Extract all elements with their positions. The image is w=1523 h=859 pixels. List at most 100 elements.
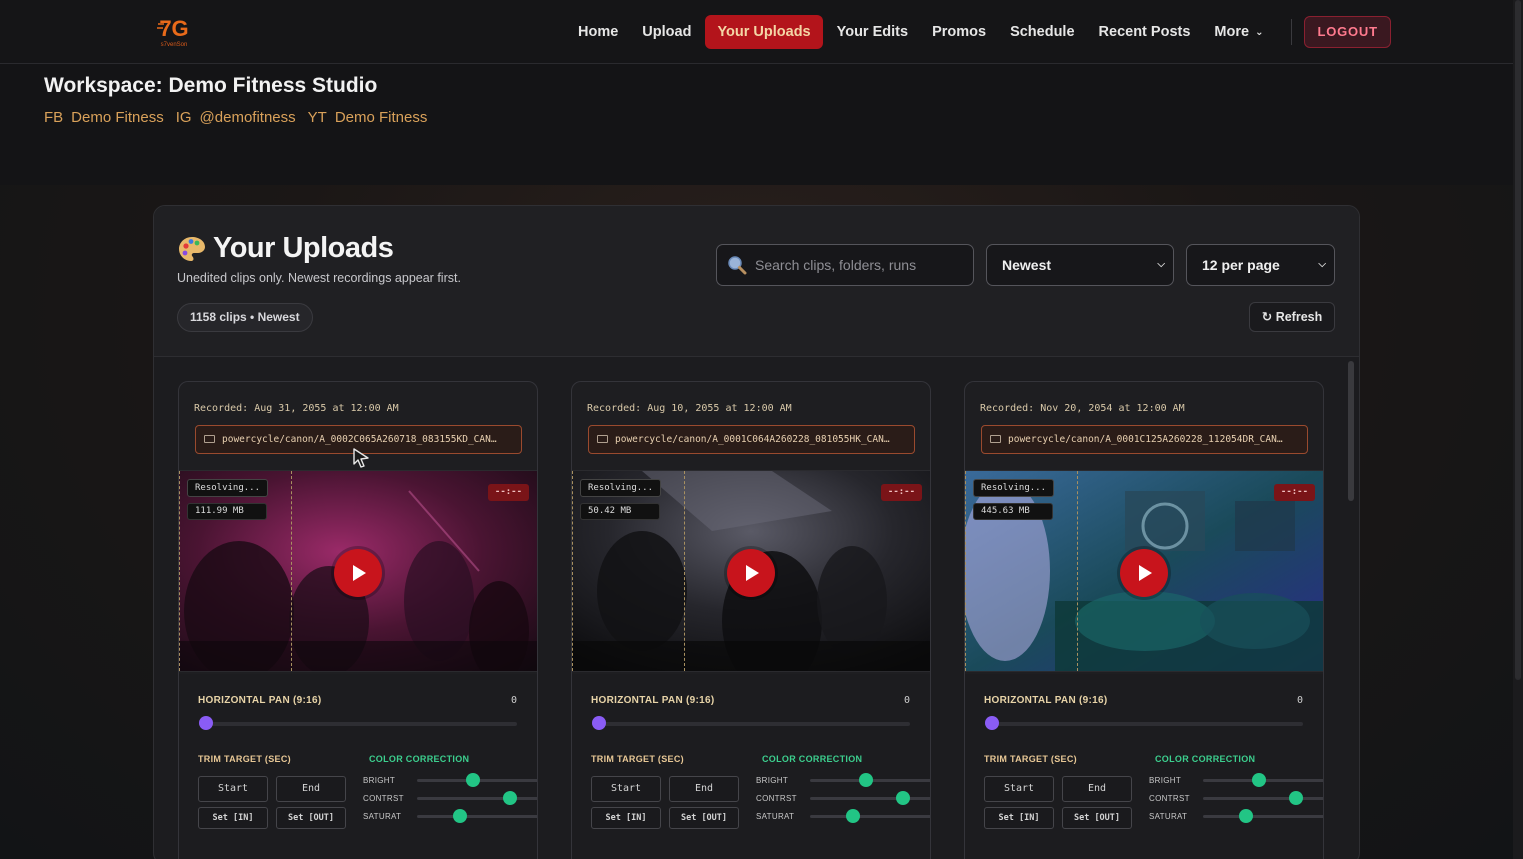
trim-end-input[interactable]: End [276,776,346,802]
search-input[interactable] [755,257,955,273]
sort-select-value: Newest [1002,257,1052,273]
pan-value: 0 [510,695,517,706]
nav-link-upload[interactable]: Upload [630,15,703,49]
set-in-button[interactable]: Set [IN] [591,807,661,829]
panel-header: Your Uploads Unedited clips only. Newest… [154,206,1359,357]
list-scrollbar-thumb[interactable] [1348,361,1354,501]
search-icon [728,256,747,275]
clip-controls: HORIZONTAL PAN (9:16) 0 TRIM TARGET (SEC… [965,674,1323,859]
page-scrollbar-thumb[interactable] [1515,0,1521,680]
contrast-label: CONTRST [363,794,404,803]
contrast-slider-track[interactable] [1203,797,1323,800]
page-scrollbar[interactable] [1513,0,1523,859]
file-size-badge: 111.99 MB [187,503,267,520]
brightness-slider-handle[interactable] [466,773,480,787]
pan-value: 0 [903,695,910,706]
trim-end-input[interactable]: End [1062,776,1132,802]
saturation-slider-handle[interactable] [453,809,467,823]
pan-slider-handle[interactable] [592,716,606,730]
play-button[interactable] [727,549,775,597]
clip-path[interactable]: powercycle/canon/A_0001C064A260228_08105… [588,425,915,454]
social-links: FB Demo Fitness IG @demofitness YT Demo Fit… [44,109,427,126]
chevron-down-icon: ⌵ [1318,259,1326,270]
pan-label: HORIZONTAL PAN (9:16) [591,695,715,706]
trim-end-input[interactable]: End [669,776,739,802]
nav-link-schedule[interactable]: Schedule [998,15,1086,49]
video-thumbnail[interactable]: Resolving... 445.63 MB --:-- [965,470,1323,672]
trim-start-input[interactable]: Start [591,776,661,802]
saturation-slider-handle[interactable] [1239,809,1253,823]
saturation-label: SATURAT [756,812,795,821]
brightness-slider-handle[interactable] [859,773,873,787]
contrast-slider-handle[interactable] [503,791,517,805]
set-in-button[interactable]: Set [IN] [198,807,268,829]
trim-start-input[interactable]: Start [198,776,268,802]
pan-label: HORIZONTAL PAN (9:16) [198,695,322,706]
contrast-slider-handle[interactable] [1289,791,1303,805]
set-in-button[interactable]: Set [IN] [984,807,1054,829]
video-thumbnail[interactable]: Resolving... 111.99 MB --:-- [179,470,537,672]
trim-start-input[interactable]: Start [984,776,1054,802]
clip-card: Recorded: Aug 10, 2055 at 12:00 AM power… [571,381,931,859]
youtube-link[interactable]: YT Demo Fitness [308,109,428,126]
saturation-slider-track[interactable] [810,815,930,818]
color-correction-label: COLOR CORRECTION [762,754,863,764]
pan-slider-track[interactable] [204,722,517,726]
nav-link-more[interactable]: More ⌄ [1202,15,1275,49]
more-label: More [1214,24,1250,40]
saturation-slider-handle[interactable] [846,809,860,823]
per-page-select[interactable]: 12 per page ⌵ [1186,244,1335,286]
instagram-link[interactable]: IG @demofitness [176,109,296,126]
brand-logo[interactable]: 7G s7venSon [156,12,192,50]
sort-select[interactable]: Newest ⌵ [986,244,1174,286]
uploads-panel: Your Uploads Unedited clips only. Newest… [153,205,1360,859]
play-button[interactable] [334,549,382,597]
svg-text:s7venSon: s7venSon [161,42,188,48]
contrast-slider-track[interactable] [417,797,537,800]
facebook-name: Demo Fitness [71,109,164,126]
pan-label: HORIZONTAL PAN (9:16) [984,695,1108,706]
clip-card: Recorded: Nov 20, 2054 at 12:00 AM power… [964,381,1324,859]
crop-guide [965,471,1078,671]
saturation-label: SATURAT [363,812,402,821]
brightness-slider-handle[interactable] [1252,773,1266,787]
set-out-button[interactable]: Set [OUT] [1062,807,1132,829]
nav-link-recent-posts[interactable]: Recent Posts [1087,15,1203,49]
pan-slider-track[interactable] [990,722,1303,726]
duration-badge: --:-- [1273,484,1315,501]
recorded-date: Recorded: Nov 20, 2054 at 12:00 AM [980,403,1185,414]
duration-badge: --:-- [487,484,529,501]
folder-icon [597,435,608,443]
brightness-label: BRIGHT [756,776,789,785]
pan-value: 0 [1296,695,1303,706]
nav-link-your-uploads[interactable]: Your Uploads [705,15,823,49]
color-correction-label: COLOR CORRECTION [1155,754,1256,764]
pan-slider-handle[interactable] [199,716,213,730]
saturation-label: SATURAT [1149,812,1188,821]
resolution-badge: Resolving... [187,479,269,497]
palette-icon [179,236,205,261]
nav-link-home[interactable]: Home [566,15,630,49]
facebook-link[interactable]: FB Demo Fitness [44,109,164,126]
contrast-slider-track[interactable] [810,797,930,800]
clip-path[interactable]: powercycle/canon/A_0001C125A260228_11205… [981,425,1308,454]
set-out-button[interactable]: Set [OUT] [276,807,346,829]
refresh-label: Refresh [1275,310,1323,324]
instagram-name: @demofitness [199,109,296,126]
logout-button[interactable]: LOGOUT [1304,16,1391,48]
set-out-button[interactable]: Set [OUT] [669,807,739,829]
saturation-slider-track[interactable] [417,815,537,818]
video-thumbnail[interactable]: Resolving... 50.42 MB --:-- [572,470,930,672]
pan-slider-handle[interactable] [985,716,999,730]
nav-links: Home Upload Your Uploads Your Edits Prom… [566,14,1391,50]
nav-link-your-edits[interactable]: Your Edits [825,15,920,49]
play-button[interactable] [1120,549,1168,597]
pan-slider-track[interactable] [597,722,910,726]
saturation-slider-track[interactable] [1203,815,1323,818]
search-field[interactable] [716,244,974,286]
facebook-tag: FB [44,109,64,126]
contrast-slider-handle[interactable] [896,791,910,805]
refresh-button[interactable]: ↻ Refresh [1249,302,1335,332]
clip-path-text: powercycle/canon/A_0001C125A260228_11205… [1008,434,1283,445]
nav-link-promos[interactable]: Promos [920,15,998,49]
